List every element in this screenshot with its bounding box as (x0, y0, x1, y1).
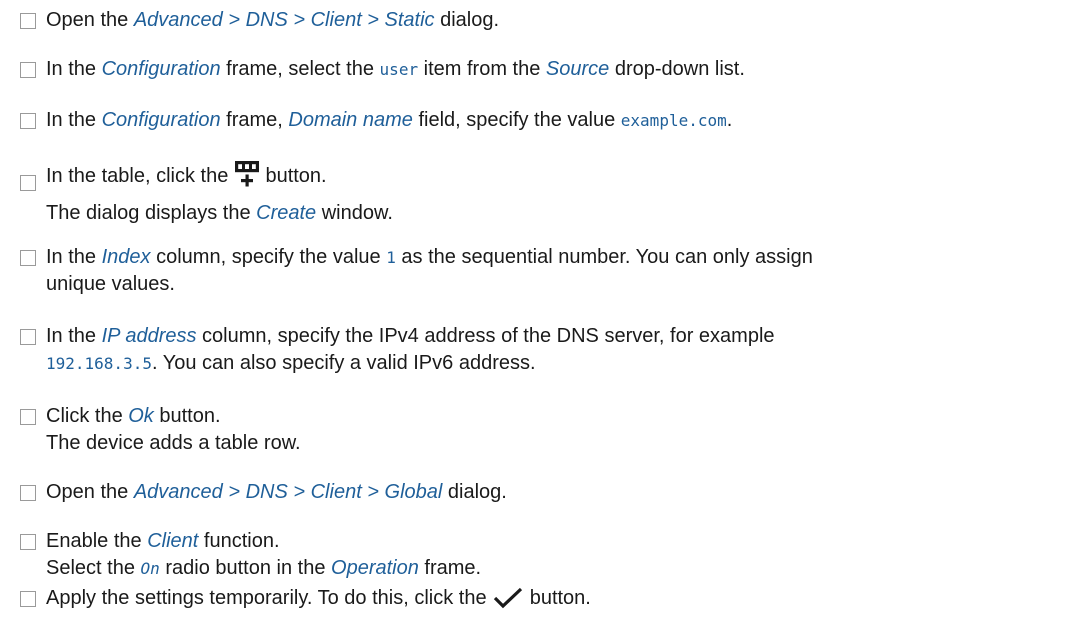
step-10: Apply the settings temporarily. To do th… (20, 585, 1065, 618)
ui-reference: Source (545, 58, 610, 80)
step-text: In the Index column, specify the value 1… (46, 244, 1065, 271)
ui-reference: Advanced > DNS > Client > Global (133, 481, 443, 503)
step-text-run: unique values. (46, 273, 175, 295)
step-text: In the table, click the button. (46, 158, 1065, 200)
step-1: Open the Advanced > DNS > Client > Stati… (20, 7, 1065, 34)
step-checkbox (20, 62, 36, 78)
step-4: In the table, click the button. The dial… (20, 158, 1065, 227)
step-text-run: dialog. (442, 481, 507, 503)
ui-reference: Operation (331, 557, 419, 579)
step-checkbox (20, 175, 36, 191)
step-7: Click the Ok button. The device adds a t… (20, 403, 1065, 457)
step-text-run: column, specify the IPv4 address of the … (196, 325, 775, 347)
step-text-run: In the (46, 109, 102, 131)
step-text-run: radio button in the (159, 557, 332, 579)
ui-reference: Configuration (101, 58, 221, 80)
step-text: In the Configuration frame, Domain name … (46, 107, 1065, 134)
step-text-run: In the table, click the (46, 165, 234, 187)
step-continuation: unique values. (46, 271, 1065, 298)
code-value: example.com (620, 111, 727, 130)
step-text: Enable the Client function. (46, 528, 1065, 555)
step-text-run: window. (316, 202, 393, 224)
step-continuation: 192.168.3.5. You can also specify a vali… (46, 350, 1065, 377)
code-value: 1 (386, 248, 396, 267)
step-checkbox (20, 485, 36, 501)
step-text-run: frame. (418, 557, 482, 579)
step-text-run: Apply the settings temporarily. To do th… (46, 587, 493, 609)
step-checkbox (20, 13, 36, 29)
ui-reference: Client (147, 530, 199, 552)
step-checkbox (20, 409, 36, 425)
step-text: Open the Advanced > DNS > Client > Stati… (46, 7, 1065, 34)
step-text-run: button. (259, 165, 327, 187)
step-text-run: . (726, 109, 733, 131)
step-checkbox (20, 113, 36, 129)
ui-reference: Index (101, 246, 151, 268)
step-text-run: Open the (46, 481, 134, 503)
step-text-run: frame, (220, 109, 289, 131)
step-text-run: field, specify the value (412, 109, 621, 131)
ui-reference: Domain name (288, 109, 413, 131)
step-6: In the IP address column, specify the IP… (20, 323, 1065, 377)
step-result: The device adds a table row. (46, 430, 1065, 457)
step-text-run: button. (153, 405, 221, 427)
step-5: In the Index column, specify the value 1… (20, 244, 1065, 298)
step-checkbox (20, 534, 36, 550)
step-text-run: In the (46, 246, 102, 268)
step-9: Enable the Client function. Select the O… (20, 528, 1065, 582)
step-text: In the IP address column, specify the IP… (46, 323, 1065, 350)
step-text-run: The dialog displays the (46, 202, 257, 224)
step-text-run: . You can also specify a valid IPv6 addr… (151, 352, 536, 374)
step-checkbox (20, 591, 36, 607)
step-text-run: Open the (46, 9, 134, 31)
step-text-run: In the (46, 58, 102, 80)
step-text: In the Configuration frame, select the u… (46, 56, 1065, 83)
code-value: 192.168.3.5 (46, 354, 152, 373)
step-3: In the Configuration frame, Domain name … (20, 107, 1065, 134)
step-text-run: dialog. (434, 9, 500, 31)
step-text-run: Select the (46, 557, 141, 579)
step-8: Open the Advanced > DNS > Client > Globa… (20, 479, 1065, 506)
step-result: The dialog displays the Create window. (46, 200, 1065, 227)
code-value: On (140, 559, 160, 578)
add-table-row-icon (234, 160, 260, 200)
step-text-run: frame, select the (220, 58, 380, 80)
step-text-run: function. (198, 530, 280, 552)
checkmark-icon (492, 586, 524, 618)
step-text-run: The device adds a table row. (46, 432, 301, 454)
ui-reference: Advanced > DNS > Client > Static (133, 9, 435, 31)
code-value: user (379, 60, 419, 79)
step-text: Apply the settings temporarily. To do th… (46, 585, 1065, 618)
step-text-run: column, specify the value (150, 246, 387, 268)
step-result: Select the On radio button in the Operat… (46, 555, 1065, 582)
step-text: Open the Advanced > DNS > Client > Globa… (46, 479, 1065, 506)
step-2: In the Configuration frame, select the u… (20, 56, 1065, 83)
ui-reference: Ok (128, 405, 154, 427)
step-text: Click the Ok button. (46, 403, 1065, 430)
step-text-run: drop-down list. (609, 58, 745, 80)
step-text-run: button. (524, 587, 591, 609)
step-text-run: In the (46, 325, 102, 347)
ui-reference: IP address (101, 325, 197, 347)
step-checkbox (20, 250, 36, 266)
step-text-run: item from the (418, 58, 546, 80)
step-checkbox (20, 329, 36, 345)
step-text-run: Enable the (46, 530, 148, 552)
ui-reference: Create (256, 202, 317, 224)
step-text-run: as the sequential number. You can only a… (395, 246, 813, 268)
step-text-run: Click the (46, 405, 129, 427)
ui-reference: Configuration (101, 109, 221, 131)
